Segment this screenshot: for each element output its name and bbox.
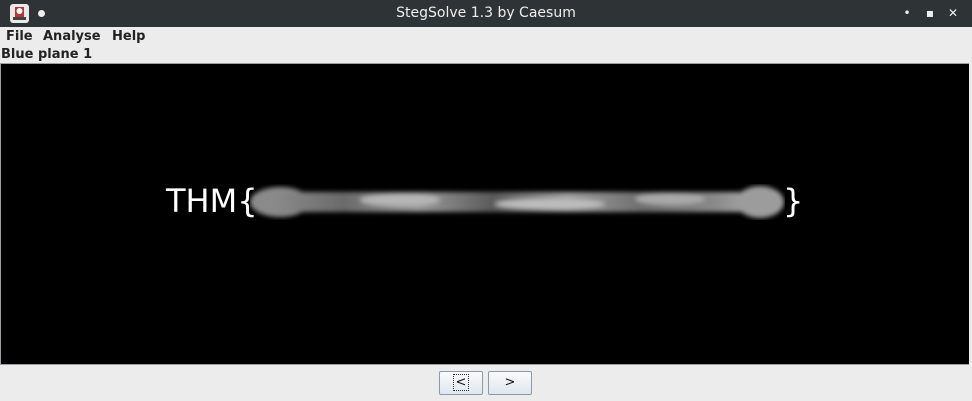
minimize-button[interactable]: • (898, 4, 916, 22)
plane-label: Blue plane 1 (1, 47, 93, 62)
title-bar: StegSolve 1.3 by Caesum • ▪ ✕ (0, 0, 972, 27)
redaction-blur (250, 186, 784, 218)
previous-plane-button[interactable]: < (439, 371, 483, 395)
window-title: StegSolve 1.3 by Caesum (396, 5, 576, 21)
next-label: > (504, 375, 516, 390)
maximize-button[interactable]: ▪ (921, 4, 939, 22)
menu-file[interactable]: File (6, 29, 33, 44)
previous-label: < (452, 374, 470, 391)
flag-suffix-text: } (783, 182, 804, 220)
menu-bar: File Analyse Help (0, 27, 972, 47)
menu-help[interactable]: Help (112, 29, 145, 44)
flag-prefix-text: THM{ (166, 182, 258, 220)
menu-analyse[interactable]: Analyse (43, 29, 101, 44)
next-plane-button[interactable]: > (488, 371, 532, 395)
close-button[interactable]: ✕ (944, 4, 962, 22)
